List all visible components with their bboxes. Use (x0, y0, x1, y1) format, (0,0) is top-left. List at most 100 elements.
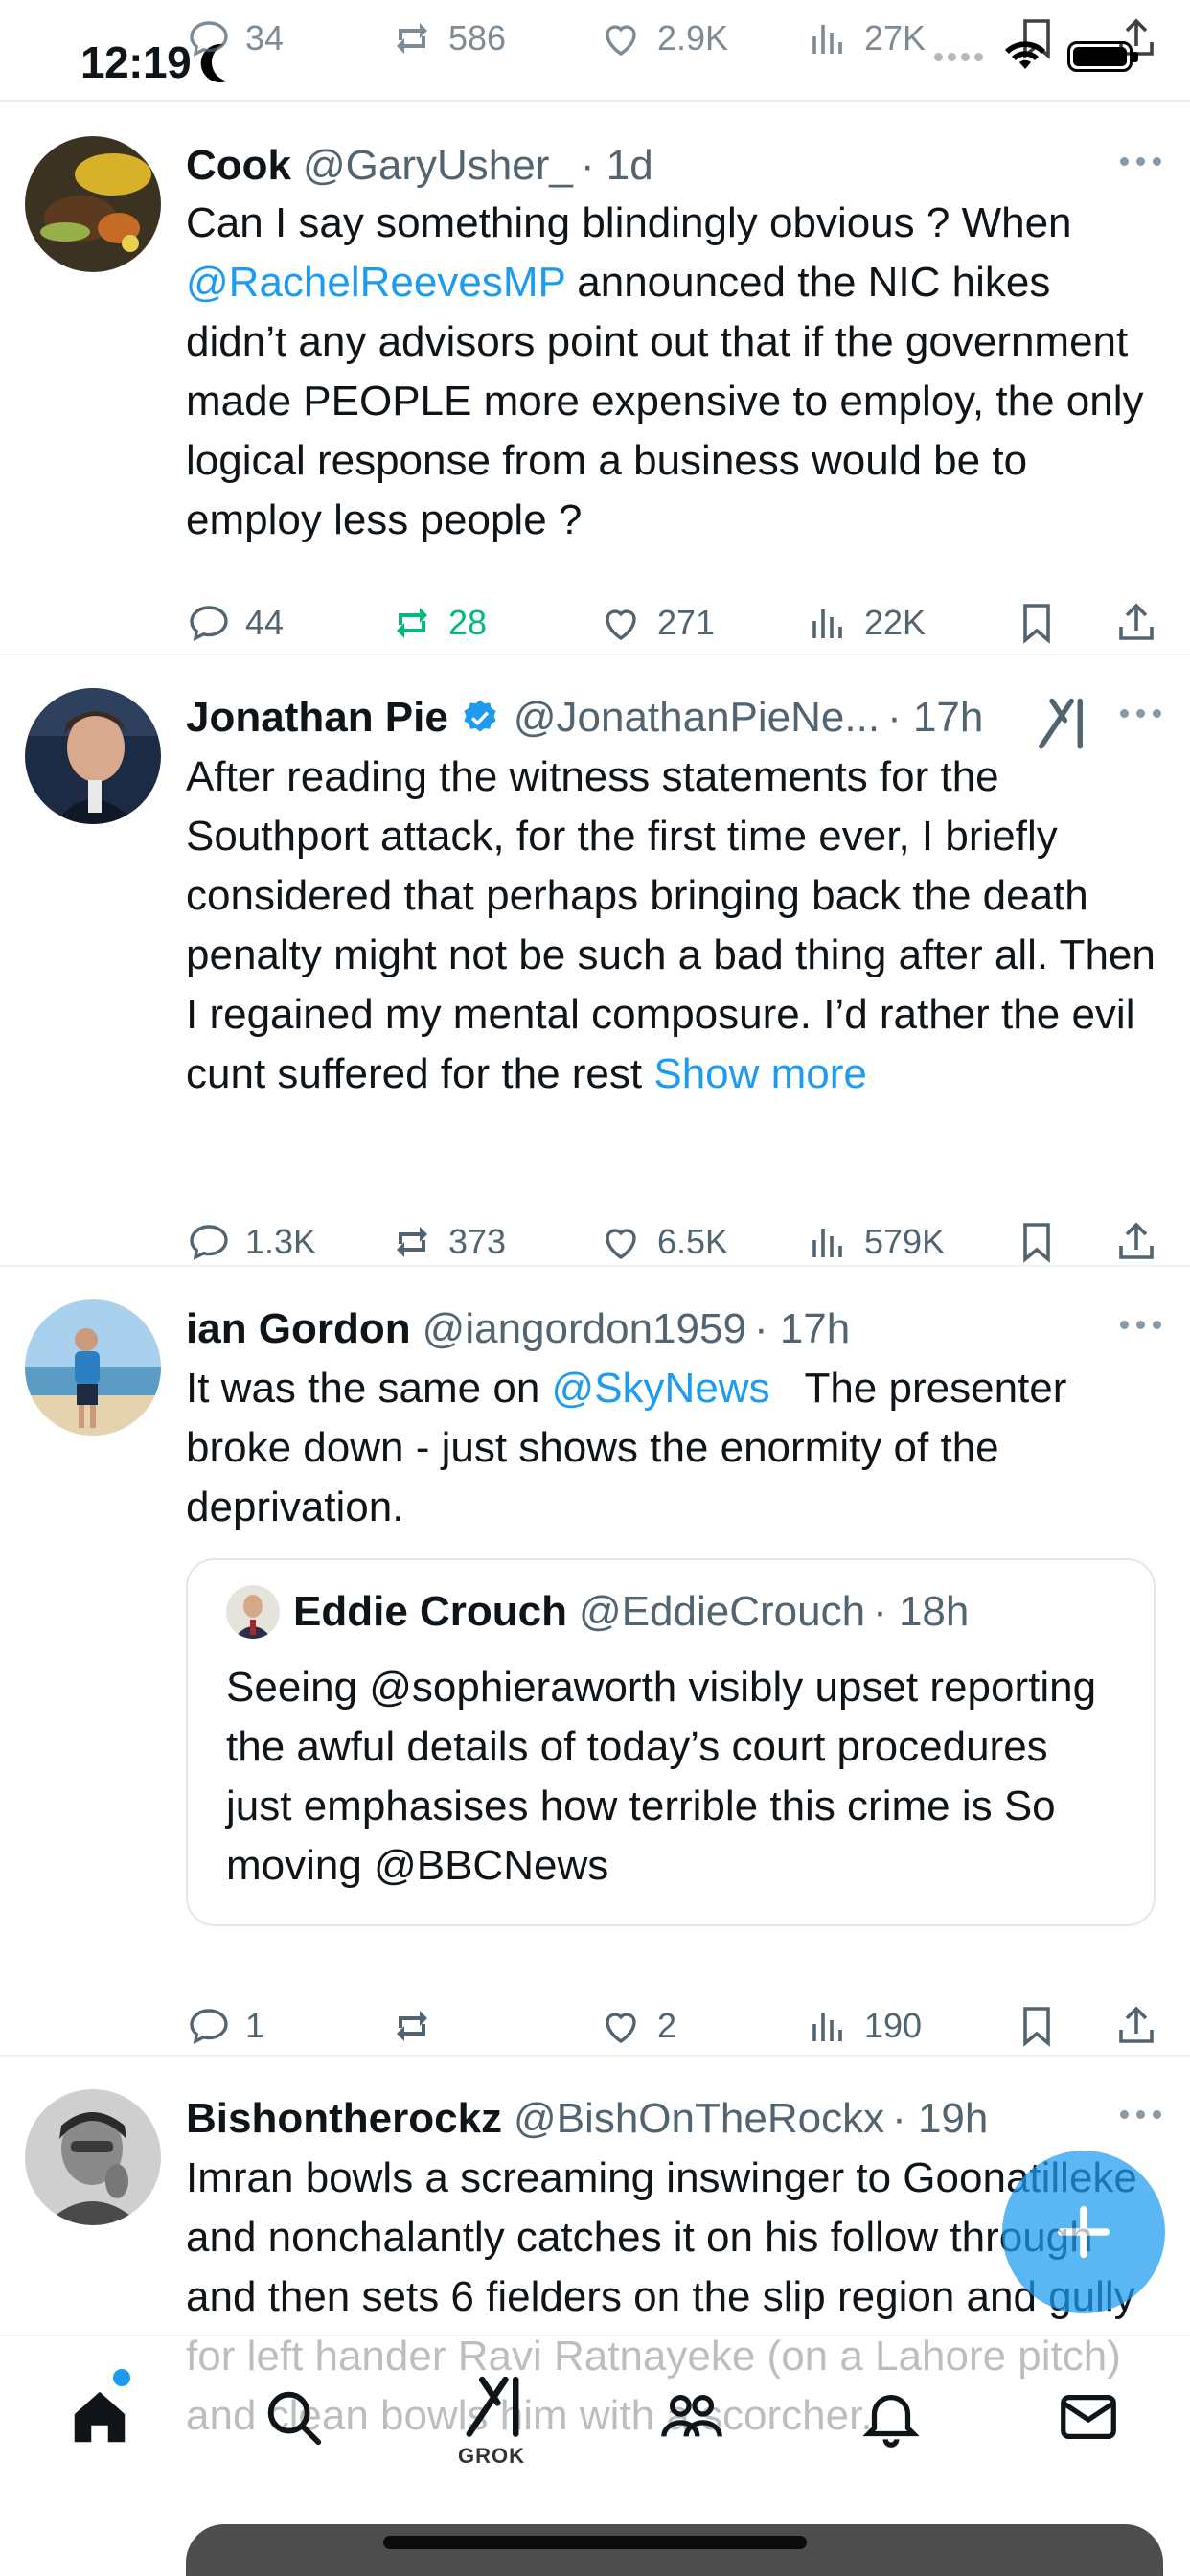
views-button[interactable]: 190 (805, 2003, 922, 2049)
repost-button[interactable]: 586 (389, 15, 506, 61)
views-button[interactable]: 22K (805, 600, 926, 646)
nav-home[interactable] (61, 2379, 138, 2455)
share-button[interactable] (1113, 600, 1159, 646)
display-name[interactable]: Cook (186, 142, 291, 190)
share-button[interactable] (1113, 15, 1159, 61)
views-button[interactable]: 579K (805, 1219, 945, 1265)
repost-icon (397, 23, 427, 54)
share-icon (1119, 1222, 1154, 1259)
tweet-ian-gordon[interactable]: ian Gordon @iangordon1959 · 17h It was t… (0, 1265, 1190, 2055)
tweet-cook[interactable]: Cook @GaryUsher_ · 1d Can I say somethin… (0, 100, 1190, 654)
compose-button[interactable] (1002, 2150, 1165, 2313)
like-icon (606, 2012, 636, 2044)
like-button[interactable]: 2 (598, 2003, 676, 2049)
previous-tweet-actions: 34 586 2.9K 27K (186, 10, 1159, 67)
tweet-actions: 1 2 190 (186, 1997, 1159, 2055)
tweet-actions: 44 28 271 22K (186, 594, 1159, 652)
handle[interactable]: @GaryUsher_ (303, 142, 573, 190)
quoted-tweet[interactable]: Eddie Crouch @EddieCrouch · 18h Seeing @… (186, 1558, 1156, 1926)
handle[interactable]: @JonathanPieNe... (514, 694, 880, 742)
grok-icon (466, 2376, 519, 2437)
avatar[interactable] (25, 1300, 161, 1436)
handle[interactable]: @BishOnTheRockx (514, 2095, 884, 2143)
tweet-jonathan-pie[interactable]: Jonathan Pie @JonathanPieNe... · 17h Aft… (0, 654, 1190, 1265)
reply-icon (190, 21, 228, 58)
reply-button[interactable]: 1 (186, 2003, 264, 2049)
repost-icon (397, 2011, 427, 2041)
notifications-icon (862, 2394, 920, 2448)
timestamp[interactable]: · 1d (581, 142, 653, 190)
repost-button[interactable]: 373 (389, 1219, 506, 1265)
avatar[interactable] (25, 136, 161, 272)
share-icon (1119, 18, 1154, 56)
repost-icon (397, 608, 427, 638)
grok-label: GROK (458, 2444, 525, 2468)
share-button[interactable] (1113, 2003, 1159, 2049)
like-button[interactable]: 2.9K (598, 15, 728, 61)
avatar[interactable] (25, 2089, 161, 2225)
handle[interactable]: @iangordon1959 (423, 1305, 746, 1353)
more-icon[interactable] (1120, 2110, 1161, 2119)
bookmark-button[interactable] (1014, 1219, 1060, 1265)
tweet-text: It was the same on @SkyNews The presente… (186, 1365, 1079, 1530)
clock: 12:19 (80, 37, 192, 87)
like-icon (606, 1229, 636, 1260)
background-app-card (186, 2524, 1163, 2576)
nav-search[interactable] (255, 2379, 332, 2455)
reply-button[interactable]: 44 (186, 600, 284, 646)
mention-link[interactable]: @SkyNews (552, 1365, 770, 1412)
like-button[interactable]: 6.5K (598, 1219, 728, 1265)
tweet-header: Jonathan Pie @JonathanPieNe... · 17h (186, 656, 1161, 751)
quoted-avatar (226, 1585, 280, 1639)
bookmark-icon (1023, 604, 1050, 644)
like-icon (606, 25, 636, 57)
share-button[interactable] (1113, 1219, 1159, 1265)
verified-icon (464, 700, 496, 732)
timestamp[interactable]: · 19h (892, 2095, 988, 2143)
bookmark-icon (1023, 19, 1050, 59)
like-icon (606, 610, 636, 641)
bookmark-button[interactable] (1014, 15, 1060, 61)
like-button[interactable]: 271 (598, 600, 715, 646)
nav-grok[interactable] (454, 2367, 531, 2444)
tweet-header: ian Gordon @iangordon1959 · 17h (186, 1267, 1161, 1359)
bookmark-icon (1023, 1223, 1050, 1263)
communities-icon (661, 2394, 722, 2437)
share-icon (1119, 2006, 1154, 2043)
share-icon (1119, 603, 1154, 640)
grok-icon[interactable] (1035, 694, 1087, 751)
home-indicator[interactable] (383, 2536, 807, 2549)
repost-icon (397, 1227, 427, 1257)
bookmark-button[interactable] (1014, 2003, 1060, 2049)
display-name[interactable]: Jonathan Pie (186, 694, 448, 742)
reply-button[interactable]: 1.3K (186, 1219, 316, 1265)
show-more-link[interactable]: Show more (653, 1050, 867, 1097)
more-icon[interactable] (1120, 709, 1161, 718)
timestamp[interactable]: · 17h (754, 1305, 850, 1353)
more-icon[interactable] (1120, 1321, 1161, 1329)
timestamp[interactable]: · 17h (887, 694, 983, 742)
avatar[interactable] (25, 688, 161, 824)
quoted-timestamp: · 18h (873, 1588, 970, 1635)
nav-communities[interactable] (653, 2379, 730, 2455)
views-icon (812, 610, 842, 638)
bookmark-button[interactable] (1014, 600, 1060, 646)
more-icon[interactable] (1120, 157, 1161, 166)
views-button[interactable]: 27K (805, 15, 926, 61)
display-name[interactable]: ian Gordon (186, 1305, 411, 1353)
views-icon (812, 25, 842, 54)
quoted-display-name: Eddie Crouch (293, 1588, 568, 1635)
tweet-header: Bishontherockz @BishOnTheRockx · 19h (186, 2057, 1161, 2149)
reply-icon (190, 2009, 228, 2045)
views-icon (812, 1229, 842, 1257)
mention-link[interactable]: @RachelReevesMP (186, 259, 565, 306)
repost-button[interactable]: 28 (389, 600, 487, 646)
search-icon (267, 2391, 322, 2446)
nav-notifications[interactable] (853, 2379, 929, 2455)
repost-button[interactable] (389, 2003, 448, 2049)
compose-icon (1057, 2205, 1110, 2259)
nav-messages[interactable] (1050, 2379, 1127, 2455)
display-name[interactable]: Bishontherockz (186, 2095, 502, 2143)
views-icon (812, 2012, 842, 2041)
reply-button[interactable]: 34 (186, 15, 284, 61)
